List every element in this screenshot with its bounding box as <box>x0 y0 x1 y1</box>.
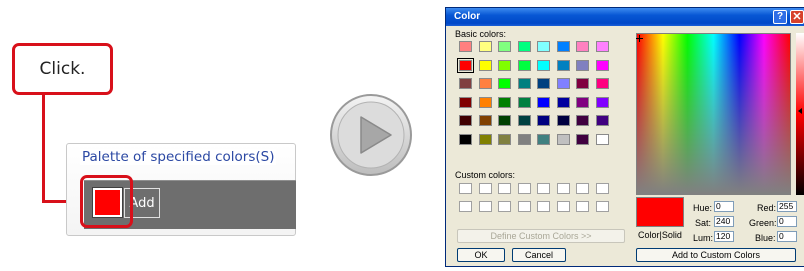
basic-color-swatch[interactable] <box>517 115 531 126</box>
dialog-title: Color <box>454 11 481 22</box>
custom-color-swatch[interactable] <box>478 183 492 194</box>
swatch-highlight-frame <box>80 175 133 228</box>
ok-button[interactable]: OK <box>457 248 505 262</box>
sat-field[interactable]: 240 <box>714 216 734 227</box>
callout-leader-line <box>42 95 45 203</box>
basic-color-swatch[interactable] <box>537 96 550 108</box>
color-dialog: Color ? ✕ Basic colors: Custom colors: D… <box>445 7 804 267</box>
blue-field[interactable]: 0 <box>777 231 797 242</box>
green-field[interactable]: 0 <box>777 216 797 227</box>
add-to-custom-colors-button[interactable]: Add to Custom Colors <box>636 248 796 262</box>
dialog-titlebar <box>446 8 804 26</box>
basic-colors-label: Basic colors: <box>455 29 507 39</box>
basic-color-swatch[interactable] <box>459 115 472 126</box>
basic-color-swatch[interactable] <box>517 96 531 108</box>
basic-color-swatch[interactable] <box>595 96 609 108</box>
basic-color-swatch[interactable] <box>537 41 550 52</box>
custom-color-swatch[interactable] <box>498 201 511 212</box>
custom-color-swatch[interactable] <box>537 183 550 194</box>
callout-text: Click. <box>39 59 86 79</box>
lum-label: Lum: <box>693 233 714 243</box>
basic-color-swatch[interactable] <box>576 59 589 71</box>
basic-color-swatch[interactable] <box>576 78 589 89</box>
basic-color-swatch[interactable] <box>595 115 609 126</box>
basic-color-swatch[interactable] <box>556 59 570 71</box>
color-spectrum[interactable] <box>636 33 791 195</box>
basic-color-swatch[interactable] <box>498 96 511 108</box>
hue-label: Hue: <box>693 203 713 213</box>
basic-color-swatch[interactable] <box>459 78 472 89</box>
basic-color-swatch[interactable] <box>556 133 570 145</box>
custom-color-swatch[interactable] <box>517 183 531 194</box>
click-callout: Click. <box>12 43 113 95</box>
basic-color-swatch[interactable] <box>459 96 472 108</box>
basic-color-swatch[interactable] <box>595 133 609 145</box>
basic-color-swatch[interactable] <box>459 133 472 145</box>
basic-color-swatch[interactable] <box>457 57 474 73</box>
custom-color-swatch[interactable] <box>595 201 609 212</box>
blue-label: Blue: <box>755 233 776 243</box>
basic-color-swatch[interactable] <box>498 41 511 52</box>
basic-color-swatch[interactable] <box>556 78 570 89</box>
custom-color-swatch[interactable] <box>556 183 570 194</box>
basic-color-swatch[interactable] <box>576 115 589 126</box>
basic-color-swatch[interactable] <box>537 133 550 145</box>
close-button[interactable]: ✕ <box>790 10 804 24</box>
basic-color-swatch[interactable] <box>576 96 589 108</box>
color-solid-label: Color|Solid <box>638 230 682 240</box>
cancel-button[interactable]: Cancel <box>512 248 566 262</box>
basic-color-swatch[interactable] <box>478 78 492 89</box>
basic-color-swatch[interactable] <box>517 78 531 89</box>
custom-color-swatch[interactable] <box>478 201 492 212</box>
basic-color-swatch[interactable] <box>498 59 511 71</box>
play-arrow-icon <box>330 94 412 176</box>
red-field[interactable]: 255 <box>777 201 797 212</box>
custom-color-swatch[interactable] <box>537 201 550 212</box>
basic-color-swatch[interactable] <box>478 41 492 52</box>
custom-color-swatch[interactable] <box>459 183 472 194</box>
basic-color-swatch[interactable] <box>537 115 550 126</box>
basic-color-swatch[interactable] <box>576 41 589 52</box>
sat-label: Sat: <box>695 218 712 228</box>
custom-color-swatch[interactable] <box>576 183 589 194</box>
crosshair-icon <box>636 35 643 42</box>
hue-field[interactable]: 0 <box>714 201 734 212</box>
green-label: Green: <box>749 218 777 228</box>
luminosity-arrow-icon[interactable] <box>798 108 802 114</box>
basic-color-swatch[interactable] <box>478 133 492 145</box>
lum-field[interactable]: 120 <box>714 231 734 242</box>
basic-color-swatch[interactable] <box>517 59 531 71</box>
custom-color-swatch[interactable] <box>498 183 511 194</box>
basic-color-swatch[interactable] <box>576 133 589 145</box>
luminosity-slider[interactable] <box>796 33 804 195</box>
basic-color-swatch[interactable] <box>478 59 492 71</box>
custom-color-swatch[interactable] <box>595 183 609 194</box>
basic-color-swatch[interactable] <box>478 115 492 126</box>
custom-color-swatch[interactable] <box>556 201 570 212</box>
basic-color-swatch[interactable] <box>498 78 511 89</box>
basic-color-swatch[interactable] <box>459 41 472 52</box>
basic-color-swatch[interactable] <box>498 115 511 126</box>
basic-color-swatch[interactable] <box>595 41 609 52</box>
basic-color-swatch[interactable] <box>556 96 570 108</box>
basic-color-swatch[interactable] <box>595 78 609 89</box>
basic-color-swatch[interactable] <box>517 41 531 52</box>
basic-color-swatch[interactable] <box>556 115 570 126</box>
color-preview <box>636 197 684 227</box>
basic-color-swatch[interactable] <box>537 78 550 89</box>
custom-color-swatch[interactable] <box>517 201 531 212</box>
basic-color-swatch[interactable] <box>517 133 531 145</box>
custom-color-swatch[interactable] <box>459 201 472 212</box>
define-custom-colors-button[interactable]: Define Custom Colors >> <box>457 229 625 243</box>
basic-color-swatch[interactable] <box>556 41 570 52</box>
basic-color-swatch[interactable] <box>498 133 511 145</box>
basic-color-swatch[interactable] <box>478 96 492 108</box>
custom-colors-label: Custom colors: <box>455 170 516 180</box>
palette-legend: Palette of specified colors(S) <box>80 149 277 165</box>
red-label: Red: <box>757 203 777 213</box>
basic-color-swatch[interactable] <box>595 59 609 71</box>
custom-color-swatch[interactable] <box>576 201 589 212</box>
help-button[interactable]: ? <box>773 10 787 24</box>
basic-color-swatch[interactable] <box>537 59 550 71</box>
